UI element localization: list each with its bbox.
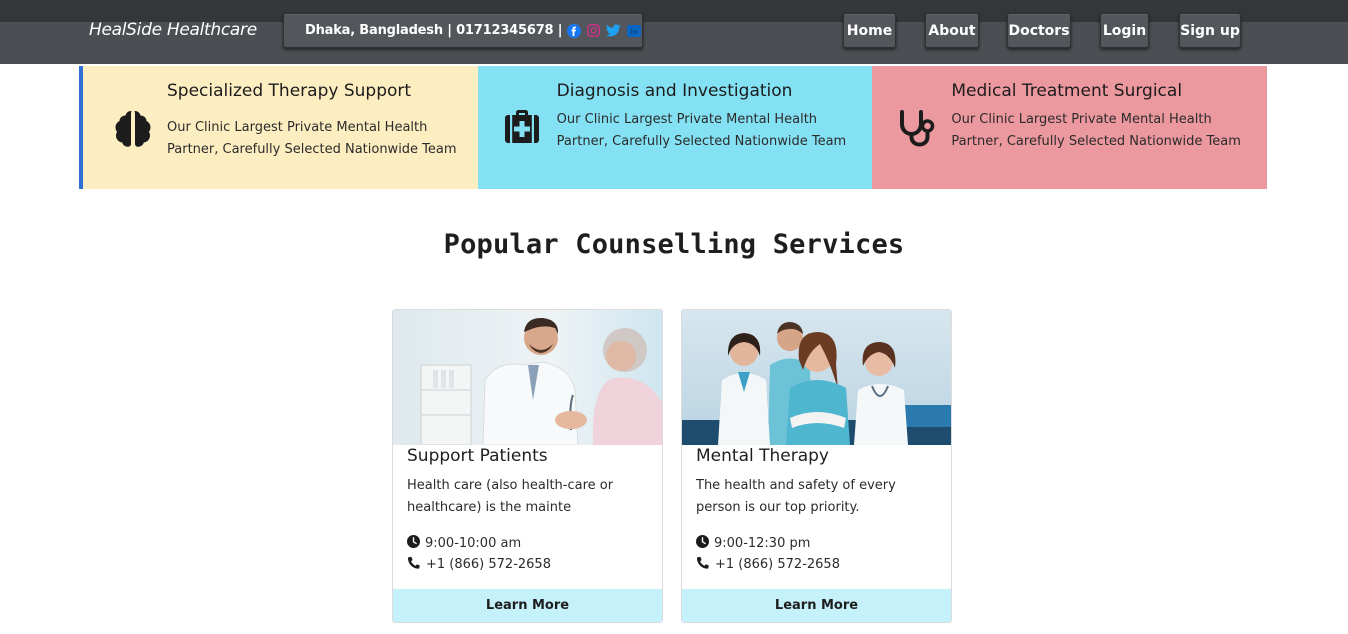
card-hours: 9:00-10:00 am <box>407 535 521 552</box>
feature-medical-treatment: Medical Treatment Surgical Our Clinic La… <box>872 66 1268 189</box>
contact-info-box: Dhaka, Bangladesh | 01712345678 | in <box>283 13 643 48</box>
nav-signup[interactable]: Sign up <box>1179 13 1241 48</box>
nav-doctors[interactable]: Doctors <box>1007 13 1071 48</box>
section-title: Popular Counselling Services <box>443 229 905 260</box>
svg-text:in: in <box>631 28 638 36</box>
linkedin-icon[interactable]: in <box>627 24 642 37</box>
card-description: Health care (also health-care or healthc… <box>407 478 614 515</box>
learn-more-button[interactable]: Learn More <box>682 589 951 622</box>
brain-icon <box>111 106 155 150</box>
card-hours: 9:00-12:30 pm <box>696 535 810 552</box>
stethoscope-icon <box>896 106 940 150</box>
instagram-icon[interactable] <box>587 24 601 37</box>
contact-text: Dhaka, Bangladesh | 01712345678 | <box>305 23 563 38</box>
card-title: Support Patients <box>407 446 548 466</box>
feature-description: Our Clinic Largest Private Mental Health… <box>951 112 1241 149</box>
card-phone-text: +1 (866) 572-2658 <box>426 557 551 572</box>
brand-logo-text[interactable]: HealSide Healthcare <box>89 20 257 40</box>
feature-description: Our Clinic Largest Private Mental Health… <box>556 112 847 149</box>
top-navbar: HealSide Healthcare Dhaka, Bangladesh | … <box>0 0 1348 64</box>
nav-about[interactable]: About <box>925 13 979 48</box>
nav-login[interactable]: Login <box>1100 13 1149 48</box>
service-card-support-patients: Support Patients Health care (also healt… <box>392 309 663 623</box>
phone-icon <box>696 556 710 573</box>
card-description: The health and safety of every person is… <box>696 478 896 515</box>
card-phone: +1 (866) 572-2658 <box>407 556 551 573</box>
facebook-icon[interactable] <box>567 23 582 38</box>
card-image-medical-team <box>682 310 951 445</box>
card-phone-text: +1 (866) 572-2658 <box>715 557 840 572</box>
card-hours-text: 9:00-10:00 am <box>425 536 522 551</box>
nav-home[interactable]: Home <box>843 13 896 48</box>
learn-more-button[interactable]: Learn More <box>393 589 662 622</box>
clock-icon <box>696 535 709 552</box>
feature-row: Specialized Therapy Support Our Clinic L… <box>79 66 1268 189</box>
service-card-mental-therapy: Mental Therapy The health and safety of … <box>681 309 952 623</box>
twitter-icon[interactable] <box>606 24 622 37</box>
feature-therapy-support: Specialized Therapy Support Our Clinic L… <box>83 66 478 189</box>
feature-title: Diagnosis and Investigation <box>556 81 793 101</box>
feature-title: Specialized Therapy Support <box>167 81 412 101</box>
phone-icon <box>407 556 421 573</box>
card-title: Mental Therapy <box>696 446 829 466</box>
card-hours-text: 9:00-12:30 pm <box>714 536 811 551</box>
feature-title: Medical Treatment Surgical <box>951 81 1183 101</box>
feature-diagnosis: Diagnosis and Investigation Our Clinic L… <box>477 66 873 189</box>
social-links: in <box>567 23 642 38</box>
first-aid-kit-icon <box>502 106 546 150</box>
card-phone: +1 (866) 572-2658 <box>696 556 840 573</box>
feature-description: Our Clinic Largest Private Mental Health… <box>167 120 457 157</box>
clock-icon <box>407 535 420 552</box>
card-image-doctor-patient <box>393 310 662 445</box>
